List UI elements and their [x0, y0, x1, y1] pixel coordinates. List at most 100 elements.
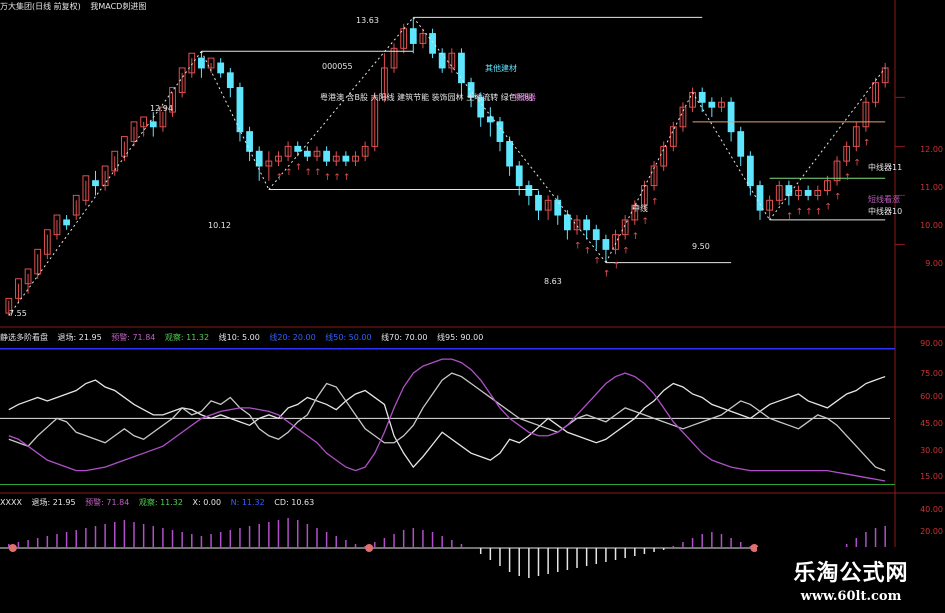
- candle-body: [602, 239, 610, 250]
- stock-code: 000055: [322, 62, 353, 71]
- candle-body: [727, 101, 735, 133]
- candle-body: [506, 140, 513, 167]
- osc-series-grey: [8, 372, 886, 472]
- price-label-trough3: 9.50: [692, 242, 710, 251]
- candle-body: [525, 185, 533, 196]
- candle-body: [92, 180, 99, 187]
- buy-arrow: ↑: [651, 198, 659, 208]
- buy-arrow: ↑: [574, 242, 582, 252]
- buy-arrow: ↑: [805, 207, 813, 217]
- candle-body: [303, 150, 311, 157]
- buy-arrow: ↑: [314, 168, 322, 178]
- candle-body: [255, 150, 263, 167]
- buy-arrow: ↑: [285, 168, 293, 178]
- concept-tags: 粤港澳 含B股 大阳线 建筑节能 装饰园林 土地流转 绿色照明: [320, 93, 533, 102]
- price-label-low: 7.55: [9, 309, 27, 318]
- osc-axis-30: 30.00: [920, 446, 943, 455]
- buy-arrow: ↑: [622, 247, 630, 257]
- osc-line20: 线20: 20.00: [269, 333, 316, 342]
- right-label-3: 短线看涨: [868, 195, 900, 204]
- candle-body: [486, 116, 494, 123]
- watermark-url: www.60lt.com: [800, 589, 902, 604]
- buy-arrow: ↑: [786, 212, 794, 222]
- osc-line95: 线95: 90.00: [437, 333, 484, 342]
- candle-body: [149, 121, 157, 128]
- buy-arrow: ↑: [333, 173, 341, 183]
- osc-name[interactable]: 静选多阶看盘: [0, 333, 48, 342]
- macd-exit: 退场: 21.95: [31, 498, 76, 507]
- osc-axis-60: 60.00: [920, 392, 943, 401]
- price-panel-header: 万大集团(日线 前复权) 我MACD刺进图: [0, 1, 153, 12]
- candle-body: [294, 145, 302, 152]
- osc-exit: 退场: 21.95: [57, 333, 102, 342]
- macd-panel-header: XXXX 退场: 21.95 预警: 71.84 观察: 11.32 X: 0.…: [0, 497, 321, 508]
- candle-body: [246, 131, 253, 152]
- candle-body: [342, 155, 350, 162]
- macd-x: X: 0.00: [192, 498, 222, 507]
- right-label-1: 中线器11: [868, 163, 903, 172]
- candle-body: [746, 155, 754, 187]
- macd-signal-dot: [365, 544, 374, 552]
- swing-line: [268, 17, 414, 190]
- buy-arrow: ↑: [603, 270, 611, 280]
- swing-line: [200, 51, 270, 190]
- candle-body: [583, 219, 591, 231]
- candle-body: [515, 165, 523, 187]
- macd-watch: 观察: 11.32: [138, 498, 183, 507]
- price-label-trough1: 10.12: [208, 221, 231, 230]
- candle-body: [236, 87, 244, 133]
- candle-body: [438, 52, 446, 69]
- candle-body: [535, 194, 542, 211]
- watermark: 乐淘公式网 www.60lt.com: [757, 547, 945, 609]
- candle-body: [756, 185, 764, 211]
- candle-body: [708, 101, 716, 108]
- macd-cd: CD: 10.63: [274, 498, 315, 507]
- candle-body: [804, 190, 812, 196]
- osc-line50: 线50: 50.00: [325, 333, 372, 342]
- candle-body: [458, 52, 465, 84]
- buy-arrow: ↑: [584, 247, 592, 257]
- buy-arrow: ↑: [815, 207, 823, 217]
- osc-axis-45: 45.00: [920, 419, 943, 428]
- buy-arrow: ↑: [324, 173, 332, 183]
- buy-arrow: ↑: [275, 173, 283, 183]
- candle-body: [563, 214, 571, 231]
- osc-axis-75: 75.00: [920, 369, 943, 378]
- buy-arrow: ↑: [853, 158, 861, 168]
- buy-arrow: ↑: [863, 139, 871, 149]
- buy-arrow: ↑: [304, 168, 312, 178]
- buy-arrow: ↑: [641, 217, 649, 227]
- osc-watch: 观察: 11.32: [164, 333, 210, 342]
- indicator-name[interactable]: 我MACD刺进图: [90, 2, 146, 11]
- price-label-high: 13.63: [356, 16, 379, 25]
- macd-axis-40: 40.00: [920, 505, 943, 514]
- zone-tag: 中线器: [512, 93, 536, 102]
- buy-arrow: ↑: [632, 232, 640, 242]
- osc-series-white: [8, 375, 886, 469]
- candle-body: [737, 131, 745, 157]
- buy-arrow: ↑: [796, 207, 804, 217]
- right-label-2: 中线器10: [868, 207, 903, 216]
- macd-signal-dot: [8, 544, 17, 552]
- price-axis-10: 10.00: [920, 221, 943, 230]
- macd-warn: 预警: 71.84: [85, 498, 130, 507]
- swing-line: [412, 17, 607, 263]
- osc-warn: 预警: 71.84: [111, 333, 156, 342]
- candle-body: [226, 72, 234, 89]
- price-label-trough2: 8.63: [544, 277, 562, 286]
- osc-series-magenta: [8, 358, 886, 482]
- candle-body: [554, 199, 562, 216]
- macd-name[interactable]: XXXX: [0, 498, 22, 507]
- buy-arrow: ↑: [834, 193, 842, 203]
- buy-arrow: ↑: [295, 163, 303, 173]
- candle-body: [592, 229, 600, 241]
- macd-n: N: 11.32: [230, 498, 265, 507]
- chart-svg: ↑ ↑ ↑ ↑ ↑ ↑ ↑ ↑↑ ↑↑↑↑↑↑↑↑↑ ↑ ↑ ↑ ↑↑↑↑↑: [0, 0, 945, 609]
- chart-stage: ↑ ↑ ↑ ↑ ↑ ↑ ↑ ↑ ↑ ↑ ↑ ↑ ↑ ↑ ↑ ↑ ↑ ↑ ↑ ↑ ↑ ↑ ↑ ↑ ↑ ↑ 万大集团(日线 前复权) …: [0, 0, 945, 609]
- osc-axis-15: 15.00: [920, 472, 943, 481]
- price-axis-9: 9.00: [925, 259, 943, 268]
- price-axis-12: 12.00: [920, 145, 943, 154]
- mid-label: 中线: [632, 204, 648, 213]
- buy-arrow: ↑: [844, 173, 852, 183]
- chart-title: 万大集团(日线 前复权): [0, 2, 81, 11]
